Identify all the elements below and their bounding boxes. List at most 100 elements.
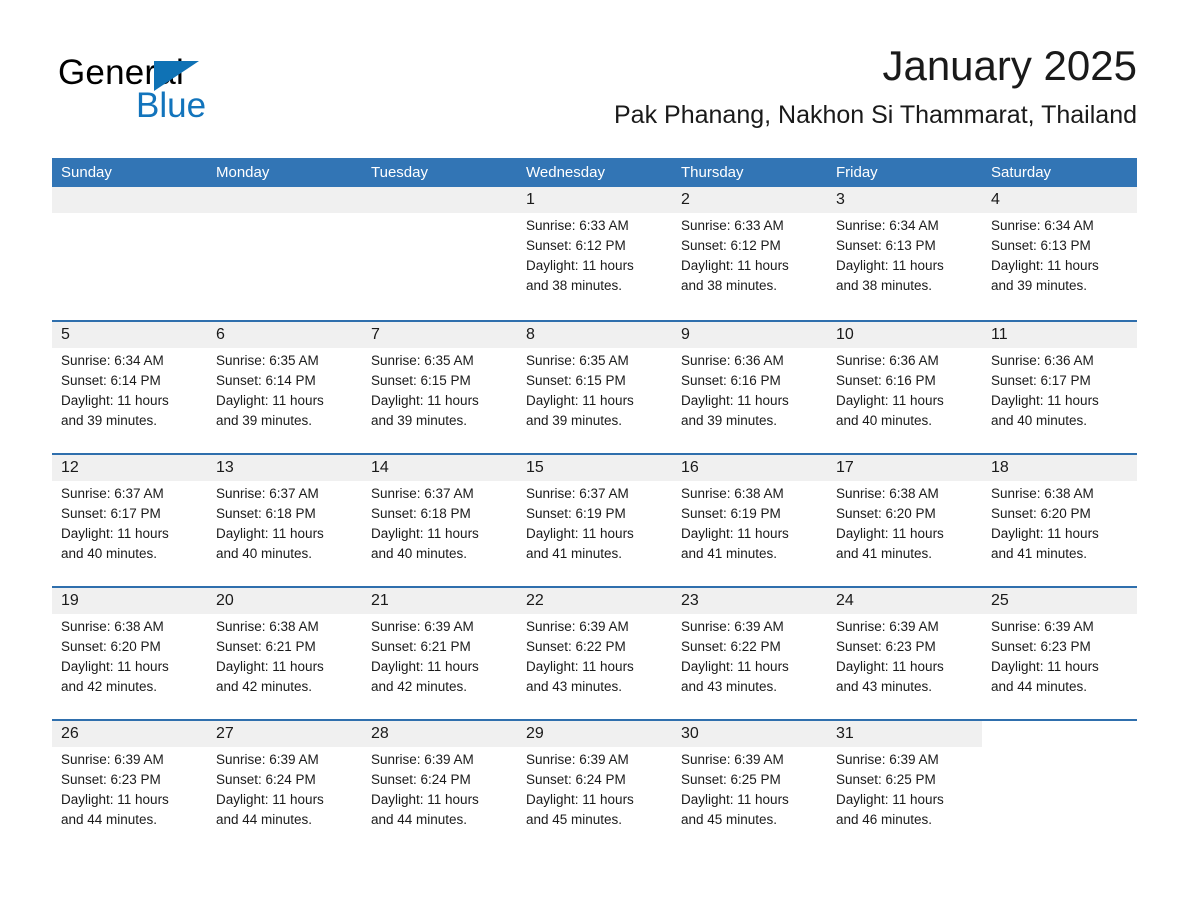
calendar-day-cell[interactable]: 22 Sunrise: 6:39 AM Sunset: 6:22 PM Dayligh…: [517, 588, 672, 719]
sunrise-text: Sunrise: 6:38 AM: [61, 619, 164, 634]
daylight-text-line2: and 44 minutes.: [371, 812, 468, 827]
weekday-header-sunday: Sunday: [61, 164, 112, 181]
day-number: 29: [526, 725, 544, 742]
calendar-day-cell[interactable]: 30 Sunrise: 6:39 AM Sunset: 6:25 PM Dayligh…: [672, 721, 827, 852]
sunrise-text: Sunrise: 6:39 AM: [991, 619, 1094, 634]
daylight-text-line1: Daylight: 11 hours: [526, 526, 634, 541]
sunrise-text: Sunrise: 6:36 AM: [991, 353, 1094, 368]
sunset-text: Sunset: 6:19 PM: [526, 506, 626, 521]
day-details: Sunrise: 6:39 AM Sunset: 6:23 PM Daylight:…: [61, 750, 198, 830]
sunset-text: Sunset: 6:25 PM: [681, 772, 781, 787]
day-details: Sunrise: 6:34 AM Sunset: 6:13 PM Daylight:…: [836, 216, 973, 296]
daylight-text-line1: Daylight: 11 hours: [681, 258, 789, 273]
daylight-text-line1: Daylight: 11 hours: [836, 526, 944, 541]
calendar-day-cell[interactable]: 11 Sunrise: 6:36 AM Sunset: 6:17 PM Dayligh…: [982, 322, 1137, 453]
sunrise-text: Sunrise: 6:39 AM: [526, 752, 629, 767]
calendar-day-cell[interactable]: 10 Sunrise: 6:36 AM Sunset: 6:16 PM Dayligh…: [827, 322, 982, 453]
calendar-day-cell[interactable]: 20 Sunrise: 6:38 AM Sunset: 6:21 PM Dayligh…: [207, 588, 362, 719]
day-details: Sunrise: 6:38 AM Sunset: 6:21 PM Daylight:…: [216, 617, 353, 697]
day-details: Sunrise: 6:37 AM Sunset: 6:19 PM Daylight:…: [526, 484, 663, 564]
calendar-day-cell[interactable]: 14 Sunrise: 6:37 AM Sunset: 6:18 PM Dayligh…: [362, 455, 517, 586]
day-details: Sunrise: 6:39 AM Sunset: 6:22 PM Daylight:…: [681, 617, 818, 697]
day-number: 2: [681, 191, 690, 208]
sunrise-text: Sunrise: 6:39 AM: [526, 619, 629, 634]
daylight-text-line1: Daylight: 11 hours: [216, 659, 324, 674]
daylight-text-line2: and 39 minutes.: [216, 413, 313, 428]
weekday-header-wednesday: Wednesday: [526, 164, 605, 181]
calendar-day-cell[interactable]: 12 Sunrise: 6:37 AM Sunset: 6:17 PM Dayligh…: [52, 455, 207, 586]
daylight-text-line2: and 42 minutes.: [216, 679, 313, 694]
weekday-header-monday: Monday: [216, 164, 270, 181]
calendar-day-cell[interactable]: 13 Sunrise: 6:37 AM Sunset: 6:18 PM Dayligh…: [207, 455, 362, 586]
daylight-text-line2: and 40 minutes.: [371, 546, 468, 561]
day-number: 15: [526, 459, 544, 476]
calendar-day-cell[interactable]: 28 Sunrise: 6:39 AM Sunset: 6:24 PM Dayligh…: [362, 721, 517, 852]
calendar-day-cell[interactable]: 6 Sunrise: 6:35 AM Sunset: 6:14 PM Daylight…: [207, 322, 362, 453]
calendar-day-cell[interactable]: 3 Sunrise: 6:34 AM Sunset: 6:13 PM Daylight…: [827, 187, 982, 320]
day-number: 19: [61, 592, 79, 609]
calendar-day-cell[interactable]: 18 Sunrise: 6:38 AM Sunset: 6:20 PM Dayligh…: [982, 455, 1137, 586]
sunrise-text: Sunrise: 6:38 AM: [836, 486, 939, 501]
day-number: 7: [371, 326, 380, 343]
calendar-day-cell[interactable]: 29 Sunrise: 6:39 AM Sunset: 6:24 PM Dayligh…: [517, 721, 672, 852]
daylight-text-line2: and 39 minutes.: [991, 278, 1088, 293]
sunrise-text: Sunrise: 6:33 AM: [526, 218, 629, 233]
daylight-text-line1: Daylight: 11 hours: [61, 792, 169, 807]
daylight-text-line2: and 43 minutes.: [526, 679, 623, 694]
sunrise-text: Sunrise: 6:35 AM: [216, 353, 319, 368]
sunrise-text: Sunrise: 6:37 AM: [61, 486, 164, 501]
calendar-day-cell[interactable]: 24 Sunrise: 6:39 AM Sunset: 6:23 PM Dayligh…: [827, 588, 982, 719]
day-details: Sunrise: 6:39 AM Sunset: 6:24 PM Daylight:…: [526, 750, 663, 830]
calendar-day-cell[interactable]: 8 Sunrise: 6:35 AM Sunset: 6:15 PM Daylight…: [517, 322, 672, 453]
day-details: Sunrise: 6:39 AM Sunset: 6:24 PM Daylight:…: [216, 750, 353, 830]
calendar-day-cell[interactable]: 19 Sunrise: 6:38 AM Sunset: 6:20 PM Dayligh…: [52, 588, 207, 719]
sunrise-text: Sunrise: 6:38 AM: [216, 619, 319, 634]
page-title: January 2025: [882, 42, 1137, 89]
calendar-week-row: 5 Sunrise: 6:34 AM Sunset: 6:14 PM Daylight…: [52, 320, 1137, 453]
calendar-day-cell[interactable]: 23 Sunrise: 6:39 AM Sunset: 6:22 PM Dayligh…: [672, 588, 827, 719]
calendar-week-row: 1 Sunrise: 6:33 AM Sunset: 6:12 PM Daylight…: [52, 187, 1137, 320]
weekday-header-saturday: Saturday: [991, 164, 1052, 181]
calendar-day-cell[interactable]: 5 Sunrise: 6:34 AM Sunset: 6:14 PM Daylight…: [52, 322, 207, 453]
day-details: Sunrise: 6:37 AM Sunset: 6:18 PM Daylight:…: [216, 484, 353, 564]
calendar-day-cell[interactable]: 25 Sunrise: 6:39 AM Sunset: 6:23 PM Dayligh…: [982, 588, 1137, 719]
day-details: Sunrise: 6:39 AM Sunset: 6:21 PM Daylight:…: [371, 617, 508, 697]
calendar-day-cell[interactable]: 31 Sunrise: 6:39 AM Sunset: 6:25 PM Dayligh…: [827, 721, 982, 852]
calendar-day-cell[interactable]: 16 Sunrise: 6:38 AM Sunset: 6:19 PM Dayligh…: [672, 455, 827, 586]
day-number: 3: [836, 191, 845, 208]
daylight-text-line1: Daylight: 11 hours: [681, 792, 789, 807]
calendar-day-cell[interactable]: 17 Sunrise: 6:38 AM Sunset: 6:20 PM Dayligh…: [827, 455, 982, 586]
day-number: 11: [991, 326, 1008, 343]
calendar-day-cell[interactable]: 1 Sunrise: 6:33 AM Sunset: 6:12 PM Daylight…: [517, 187, 672, 320]
sunrise-text: Sunrise: 6:39 AM: [61, 752, 164, 767]
day-number: 6: [216, 326, 225, 343]
sunrise-text: Sunrise: 6:37 AM: [371, 486, 474, 501]
calendar-day-cell[interactable]: 21 Sunrise: 6:39 AM Sunset: 6:21 PM Dayligh…: [362, 588, 517, 719]
calendar-day-cell[interactable]: 4 Sunrise: 6:34 AM Sunset: 6:13 PM Daylight…: [982, 187, 1137, 320]
daylight-text-line2: and 40 minutes.: [216, 546, 313, 561]
calendar-day-cell-empty: [52, 187, 207, 320]
sunrise-text: Sunrise: 6:39 AM: [216, 752, 319, 767]
daylight-text-line2: and 38 minutes.: [526, 278, 623, 293]
calendar-week-cells: 26 Sunrise: 6:39 AM Sunset: 6:23 PM Dayligh…: [52, 721, 1137, 852]
day-number: 4: [991, 191, 1000, 208]
calendar-day-cell[interactable]: 9 Sunrise: 6:36 AM Sunset: 6:16 PM Daylight…: [672, 322, 827, 453]
daylight-text-line1: Daylight: 11 hours: [991, 526, 1099, 541]
calendar-day-cell[interactable]: 15 Sunrise: 6:37 AM Sunset: 6:19 PM Dayligh…: [517, 455, 672, 586]
day-details: Sunrise: 6:36 AM Sunset: 6:17 PM Daylight:…: [991, 351, 1128, 431]
calendar-day-cell[interactable]: 26 Sunrise: 6:39 AM Sunset: 6:23 PM Dayligh…: [52, 721, 207, 852]
sunrise-text: Sunrise: 6:34 AM: [836, 218, 939, 233]
sunrise-text: Sunrise: 6:37 AM: [526, 486, 629, 501]
calendar-day-cell[interactable]: 2 Sunrise: 6:33 AM Sunset: 6:12 PM Daylight…: [672, 187, 827, 320]
day-details: Sunrise: 6:39 AM Sunset: 6:25 PM Daylight:…: [681, 750, 818, 830]
sunrise-text: Sunrise: 6:35 AM: [371, 353, 474, 368]
day-details: Sunrise: 6:39 AM Sunset: 6:22 PM Daylight:…: [526, 617, 663, 697]
sunset-text: Sunset: 6:24 PM: [216, 772, 316, 787]
daylight-text-line2: and 42 minutes.: [61, 679, 158, 694]
sunset-text: Sunset: 6:13 PM: [991, 238, 1091, 253]
daylight-text-line1: Daylight: 11 hours: [526, 393, 634, 408]
day-number: 12: [61, 459, 79, 476]
calendar-day-cell[interactable]: 7 Sunrise: 6:35 AM Sunset: 6:15 PM Daylight…: [362, 322, 517, 453]
daylight-text-line1: Daylight: 11 hours: [371, 659, 479, 674]
calendar-day-cell[interactable]: 27 Sunrise: 6:39 AM Sunset: 6:24 PM Dayligh…: [207, 721, 362, 852]
